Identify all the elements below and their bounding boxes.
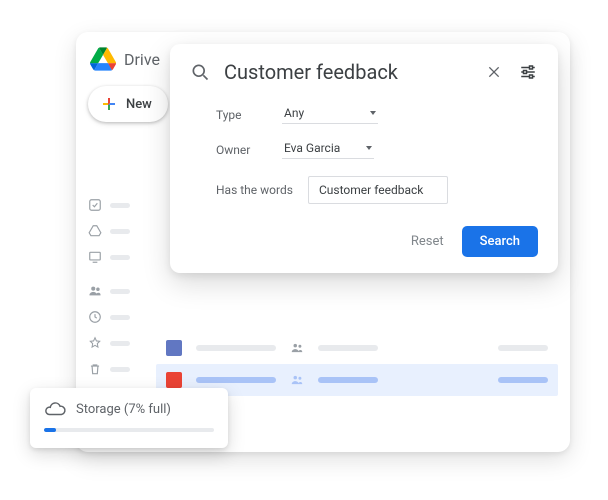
sidebar-item-shared[interactable] — [88, 284, 132, 298]
reset-button[interactable]: Reset — [411, 234, 444, 249]
sidebar-item-priority[interactable] — [88, 198, 132, 212]
computer-icon — [88, 250, 102, 264]
star-icon — [88, 336, 102, 350]
filter-words-row: Has the words Customer feedback — [216, 176, 538, 204]
sidebar-item-starred[interactable] — [88, 336, 132, 350]
search-panel: Customer feedback Type Any Owner Eva Gar… — [170, 44, 558, 273]
filter-type-label: Type — [216, 108, 278, 122]
clock-icon — [88, 310, 102, 324]
storage-bar — [44, 428, 214, 432]
new-button[interactable]: New — [88, 86, 168, 122]
placeholder — [110, 315, 130, 320]
close-icon — [486, 64, 502, 80]
placeholder — [318, 377, 378, 383]
chevron-down-icon — [370, 111, 376, 115]
storage-card[interactable]: Storage (7% full) — [30, 388, 228, 448]
search-actions: Reset Search — [190, 226, 538, 257]
sidebar-item-mydrive[interactable] — [88, 224, 132, 238]
placeholder — [318, 345, 378, 351]
storage-label: Storage (7% full) — [76, 402, 171, 417]
check-square-icon — [88, 198, 102, 212]
storage-header: Storage (7% full) — [44, 398, 214, 420]
placeholder — [110, 367, 130, 372]
placeholder — [110, 203, 130, 208]
chevron-down-icon — [366, 146, 372, 150]
tune-icon — [519, 63, 537, 81]
file-list — [156, 332, 558, 396]
search-input[interactable]: Customer feedback — [224, 60, 470, 84]
filter-owner-select[interactable]: Eva Garcia — [282, 141, 374, 159]
filter-words-input[interactable]: Customer feedback — [308, 176, 448, 204]
search-options-button[interactable] — [518, 62, 538, 82]
placeholder — [498, 377, 548, 383]
placeholder — [110, 255, 130, 260]
placeholder — [110, 229, 130, 234]
placeholder — [196, 345, 276, 351]
shared-icon — [290, 373, 304, 387]
new-button-label: New — [126, 97, 152, 112]
drive-outline-icon — [88, 224, 102, 238]
cloud-icon — [44, 398, 66, 420]
trash-icon — [88, 362, 102, 376]
sidebar — [88, 198, 132, 376]
file-row[interactable] — [156, 332, 558, 364]
placeholder — [110, 341, 130, 346]
filter-owner-label: Owner — [216, 143, 278, 157]
people-icon — [88, 284, 102, 298]
file-type-icon — [166, 340, 182, 356]
shared-icon — [290, 341, 304, 355]
filter-type-row: Type Any — [216, 106, 538, 124]
placeholder — [498, 345, 548, 351]
filter-type-select[interactable]: Any — [282, 106, 378, 124]
placeholder — [110, 289, 130, 294]
placeholder — [196, 377, 276, 383]
drive-logo-icon — [90, 46, 116, 72]
sidebar-item-computers[interactable] — [88, 250, 132, 264]
sidebar-item-recent[interactable] — [88, 310, 132, 324]
clear-button[interactable] — [484, 62, 504, 82]
sidebar-item-trash[interactable] — [88, 362, 132, 376]
storage-bar-fill — [44, 428, 56, 432]
search-button[interactable]: Search — [462, 226, 538, 257]
filter-owner-row: Owner Eva Garcia — [216, 141, 538, 159]
search-bar: Customer feedback — [190, 60, 538, 84]
search-icon — [190, 62, 210, 82]
filter-words-label: Has the words — [216, 183, 304, 197]
plus-icon — [100, 95, 118, 113]
search-filters: Type Any Owner Eva Garcia Has the words … — [190, 106, 538, 204]
app-name: Drive — [124, 50, 160, 69]
file-type-icon — [166, 372, 182, 388]
